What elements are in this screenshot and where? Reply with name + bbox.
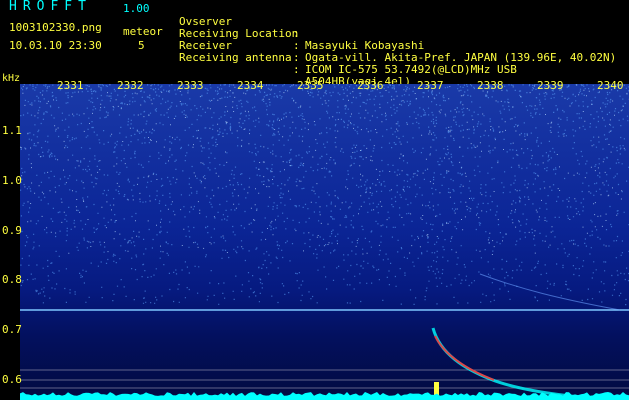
freq-tick: 1.1: [2, 124, 22, 137]
guide-lines: [20, 309, 629, 389]
freq-tick: 1.0: [2, 174, 22, 187]
info-row-observer: Ovserver : Masayuki Kobayashi: [179, 4, 424, 52]
noise-speckle: [20, 84, 629, 306]
time-tick: 2337: [417, 79, 444, 92]
freq-tick: 0.9: [2, 224, 22, 237]
spectrogram: [20, 84, 629, 400]
meteor-traces: [431, 273, 621, 400]
axis-unit: kHz: [2, 73, 21, 84]
meteor-echo: [434, 335, 495, 381]
info-row-location: Receiving Location : Ogata-vill. Akita-P…: [179, 16, 616, 64]
freq-tick: 0.8: [2, 273, 22, 286]
time-tick: 2339: [537, 79, 564, 92]
info-row-antenna: Receiving antenna : A504HB(yagi 4el): [179, 40, 411, 88]
station-info: Ovserver : Masayuki Kobayashi Receiving …: [179, 4, 616, 88]
noise-speckle: [20, 84, 629, 255]
time-tick: 2334: [237, 79, 264, 92]
freq-tick: 0.6: [2, 373, 22, 386]
time-tick: 2336: [357, 79, 384, 92]
freq-tick: 0.7: [2, 323, 22, 336]
spectrogram-plot: [20, 84, 629, 400]
time-tick: 2338: [477, 79, 504, 92]
time-tick: 2340: [597, 79, 624, 92]
noise-speckles: [20, 84, 629, 306]
time-tick: 2333: [177, 79, 204, 92]
app-title: HROFFT: [9, 0, 92, 14]
capture-datetime: 10.03.10 23:30: [9, 39, 102, 52]
meteor-count: 5: [138, 39, 145, 52]
time-tick: 2331: [57, 79, 84, 92]
baseline-trace: [20, 392, 629, 400]
info-colon: :: [293, 63, 300, 76]
time-tick: 2332: [117, 79, 144, 92]
info-row-receiver: Receiver : ICOM IC-575 53.7492(@LCD)MHz …: [179, 28, 517, 76]
app-version: 1.00: [123, 2, 150, 15]
baseline-trace: [20, 392, 629, 400]
info-label: Receiving antenna: [179, 51, 292, 64]
meteor-trace: [431, 327, 581, 399]
file-name: 1003102330.png: [9, 21, 102, 34]
mode-label: meteor: [123, 25, 163, 38]
time-tick: 2335: [297, 79, 324, 92]
